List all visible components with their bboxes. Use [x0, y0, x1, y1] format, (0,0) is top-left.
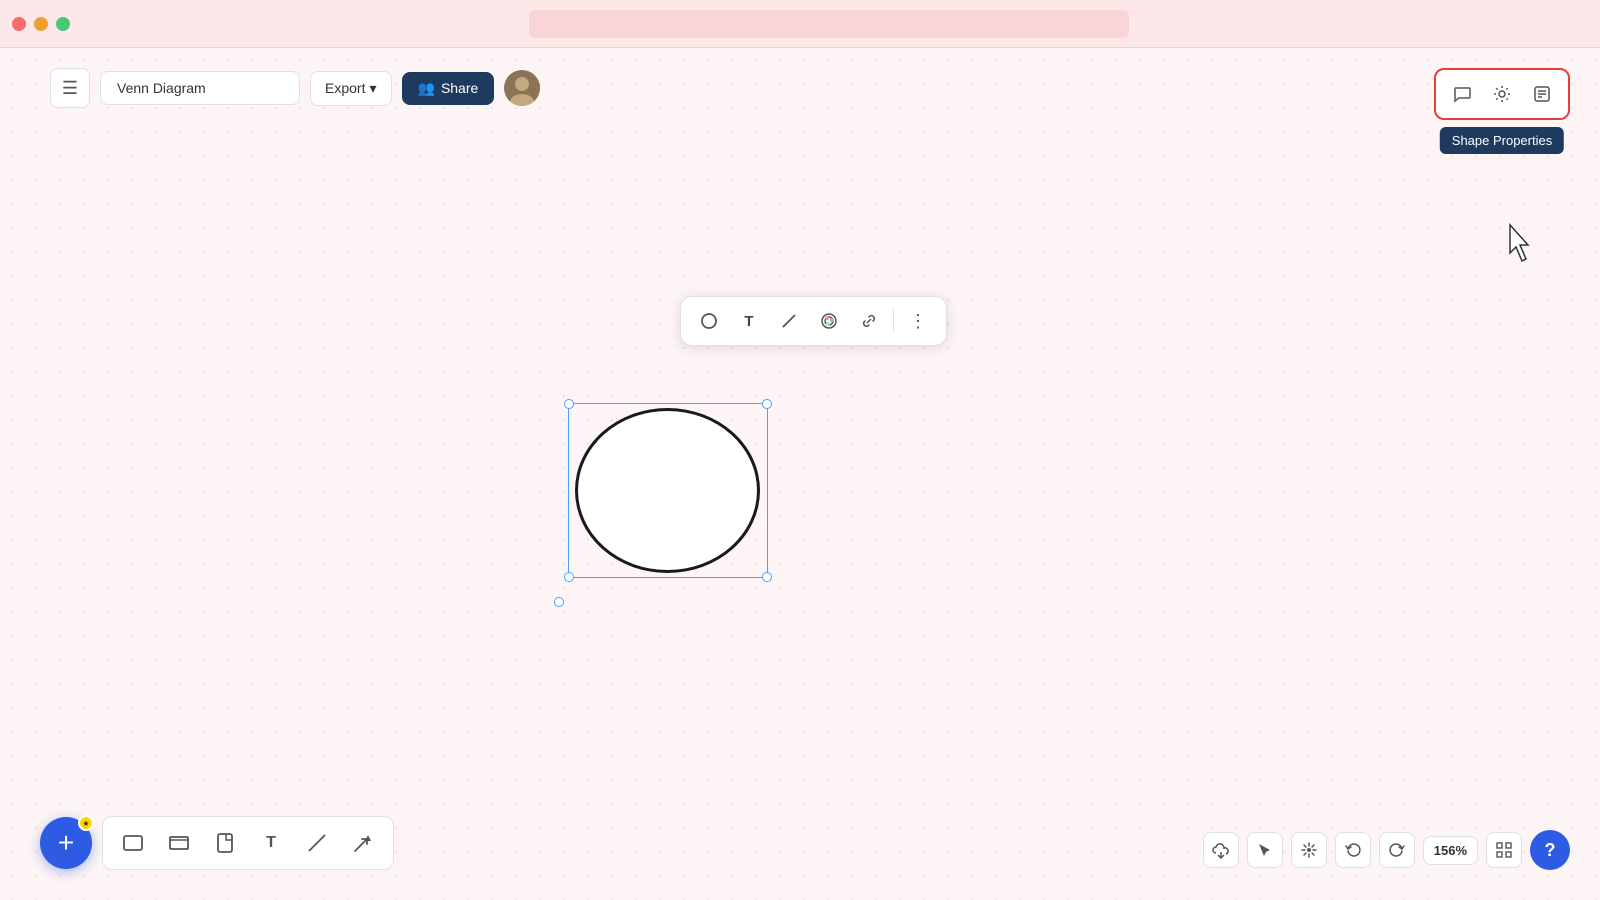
handle-bottom-right[interactable] [762, 572, 772, 582]
bottom-right-controls: 156% ? [1203, 830, 1570, 870]
zoom-level: 156% [1423, 836, 1478, 865]
shape-properties-tooltip: Shape Properties [1440, 127, 1564, 154]
undo-button[interactable] [1335, 832, 1371, 868]
top-toolbar: ☰ Venn Diagram Export ▾ 👥 Share [50, 68, 540, 108]
pen-tool-button[interactable] [773, 305, 805, 337]
cloud-sync-button[interactable] [1203, 832, 1239, 868]
close-dot[interactable] [12, 17, 26, 31]
circle-shape[interactable] [575, 408, 760, 573]
handle-top-right[interactable] [762, 399, 772, 409]
comment-button[interactable] [1444, 76, 1480, 112]
text-tool-icon: T [744, 313, 753, 330]
share-icon: 👥 [418, 80, 435, 97]
shape-toolbar: T ⋮ [680, 296, 947, 346]
edit-notes-button[interactable] [1524, 76, 1560, 112]
title-bar-center [70, 10, 1588, 38]
rectangle-tool-button[interactable] [113, 823, 153, 863]
title-bar-url [529, 10, 1129, 38]
right-panel-buttons: Shape Properties [1434, 68, 1570, 120]
handle-bottom-left[interactable] [564, 572, 574, 582]
color-tool-button[interactable] [813, 305, 845, 337]
line-tool-button[interactable] [297, 823, 337, 863]
share-button[interactable]: 👥 Share [402, 72, 495, 105]
menu-button[interactable]: ☰ [50, 68, 90, 108]
maximize-dot[interactable] [56, 17, 70, 31]
diagram-title[interactable]: Venn Diagram [100, 71, 300, 105]
text-tool-button[interactable]: T [733, 305, 765, 337]
add-icon: + [58, 829, 74, 857]
canvas-area[interactable]: ☰ Venn Diagram Export ▾ 👥 Share [0, 48, 1600, 900]
circle-tool-button[interactable] [693, 305, 725, 337]
handle-extra[interactable] [554, 597, 564, 607]
pan-tool-button[interactable] [1291, 832, 1327, 868]
cursor-mode-button[interactable] [1247, 832, 1283, 868]
help-icon: ? [1545, 840, 1556, 861]
bottom-toolbar: + T [40, 816, 394, 870]
title-bar [0, 0, 1600, 48]
add-btn-badge [78, 815, 94, 831]
link-tool-button[interactable] [853, 305, 885, 337]
text-tool-button-bottom[interactable]: T [251, 823, 291, 863]
handle-top-left[interactable] [564, 399, 574, 409]
settings-button[interactable] [1484, 76, 1520, 112]
more-options-button[interactable]: ⋮ [902, 305, 934, 337]
selected-shape-container[interactable] [568, 403, 767, 578]
panel-icon-group: Shape Properties [1434, 68, 1570, 120]
add-button[interactable]: + [40, 817, 92, 869]
redo-button[interactable] [1379, 832, 1415, 868]
frame-tool-button[interactable] [159, 823, 199, 863]
export-chevron: ▾ [369, 80, 376, 97]
window-controls [12, 17, 70, 31]
user-avatar[interactable] [504, 70, 540, 106]
more-icon: ⋮ [909, 312, 927, 330]
export-label: Export [325, 80, 365, 96]
grid-toggle-button[interactable] [1486, 832, 1522, 868]
arrow-tool-button[interactable] [343, 823, 383, 863]
page-tool-button[interactable] [205, 823, 245, 863]
mouse-cursor [1506, 223, 1538, 263]
minimize-dot[interactable] [34, 17, 48, 31]
text-icon-bottom: T [266, 834, 276, 852]
export-button[interactable]: Export ▾ [310, 71, 392, 106]
toolbar-divider [893, 309, 894, 333]
help-button[interactable]: ? [1530, 830, 1570, 870]
share-label: Share [441, 80, 478, 96]
